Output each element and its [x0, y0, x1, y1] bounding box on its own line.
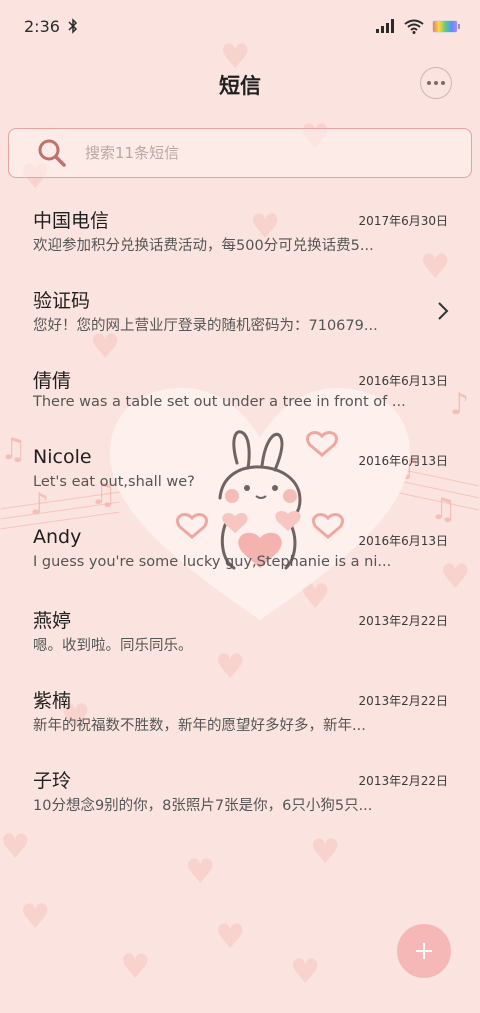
- heart-decoration: ♥: [120, 947, 151, 987]
- message-preview: I guess you're some lucky guy,Stephanie …: [33, 554, 392, 570]
- heart-decoration: ♥: [0, 827, 31, 867]
- bluetooth-icon: [68, 18, 77, 34]
- message-row-7[interactable]: 子玲 2013年2月22日 10分想念9别的你，8张照片7张是你，6只小狗5只.…: [0, 752, 480, 832]
- more-dots-icon: [434, 81, 438, 85]
- message-row-1[interactable]: 验证码 您好！您的网上营业厅登录的随机密码为：710679...: [0, 272, 480, 352]
- plus-icon: [416, 943, 432, 959]
- heart-decoration: ♥: [290, 952, 321, 992]
- message-list: 中国电信 2017年6月30日 欢迎参加积分兑换话费活动，每500分可兑换话费5…: [0, 192, 480, 832]
- heart-decoration: ♥: [20, 897, 51, 937]
- message-preview: 您好！您的网上营业厅登录的随机密码为：710679...: [33, 318, 378, 334]
- contact-name: 紫楠: [33, 690, 72, 712]
- more-dots-icon: [427, 81, 431, 85]
- contact-name: 验证码: [33, 290, 91, 312]
- wifi-icon: [404, 19, 424, 34]
- message-preview: 10分想念9别的你，8张照片7张是你，6只小狗5只...: [33, 798, 373, 814]
- contact-name: Andy: [33, 526, 82, 548]
- message-date: 2013年2月22日: [358, 614, 448, 628]
- search-bar[interactable]: [8, 128, 472, 178]
- new-message-button[interactable]: [397, 924, 451, 978]
- heart-decoration: ♥: [185, 852, 216, 892]
- search-icon: [38, 139, 66, 167]
- contact-name: 中国电信: [33, 210, 110, 232]
- status-bar: 2:36: [0, 0, 480, 52]
- message-date: 2013年2月22日: [358, 774, 448, 788]
- message-preview: There was a table set out under a tree i…: [33, 394, 406, 410]
- contact-name: Nicole: [33, 446, 92, 468]
- app-header: 短信: [0, 60, 480, 108]
- contact-name: 子玲: [33, 770, 72, 792]
- message-row-2[interactable]: 倩倩 2016年6月13日 There was a table set out …: [0, 352, 480, 432]
- message-date: 2016年6月13日: [358, 534, 448, 548]
- signal-icon: [376, 19, 394, 33]
- message-date: 2013年2月22日: [358, 694, 448, 708]
- message-row-3[interactable]: Nicole 2016年6月13日 Let's eat out,shall we…: [0, 432, 480, 512]
- message-row-5[interactable]: 燕婷 2013年2月22日 嗯。收到啦。同乐同乐。: [0, 592, 480, 672]
- more-dots-icon: [441, 81, 445, 85]
- battery-icon: [432, 19, 460, 33]
- more-options-button[interactable]: [420, 67, 452, 99]
- message-date: 2016年6月13日: [358, 454, 448, 468]
- heart-decoration: ♥: [215, 917, 246, 957]
- search-input[interactable]: [83, 143, 427, 163]
- message-row-4[interactable]: Andy 2016年6月13日 I guess you're some luck…: [0, 512, 480, 592]
- message-date: 2016年6月13日: [358, 374, 448, 388]
- message-preview: 新年的祝福数不胜数，新年的愿望好多好多，新年...: [33, 718, 366, 734]
- message-preview: 嗯。收到啦。同乐同乐。: [33, 638, 193, 654]
- chevron-right-icon: [438, 302, 449, 320]
- page-title: 短信: [219, 74, 261, 98]
- message-row-6[interactable]: 紫楠 2013年2月22日 新年的祝福数不胜数，新年的愿望好多好多，新年...: [0, 672, 480, 752]
- contact-name: 倩倩: [33, 370, 72, 392]
- message-preview: Let's eat out,shall we?: [33, 474, 195, 490]
- message-row-0[interactable]: 中国电信 2017年6月30日 欢迎参加积分兑换话费活动，每500分可兑换话费5…: [0, 192, 480, 272]
- heart-decoration: ♥: [310, 832, 341, 872]
- status-time: 2:36: [24, 16, 60, 36]
- message-date: 2017年6月30日: [358, 214, 448, 228]
- message-preview: 欢迎参加积分兑换话费活动，每500分可兑换话费5...: [33, 238, 374, 254]
- contact-name: 燕婷: [33, 610, 72, 632]
